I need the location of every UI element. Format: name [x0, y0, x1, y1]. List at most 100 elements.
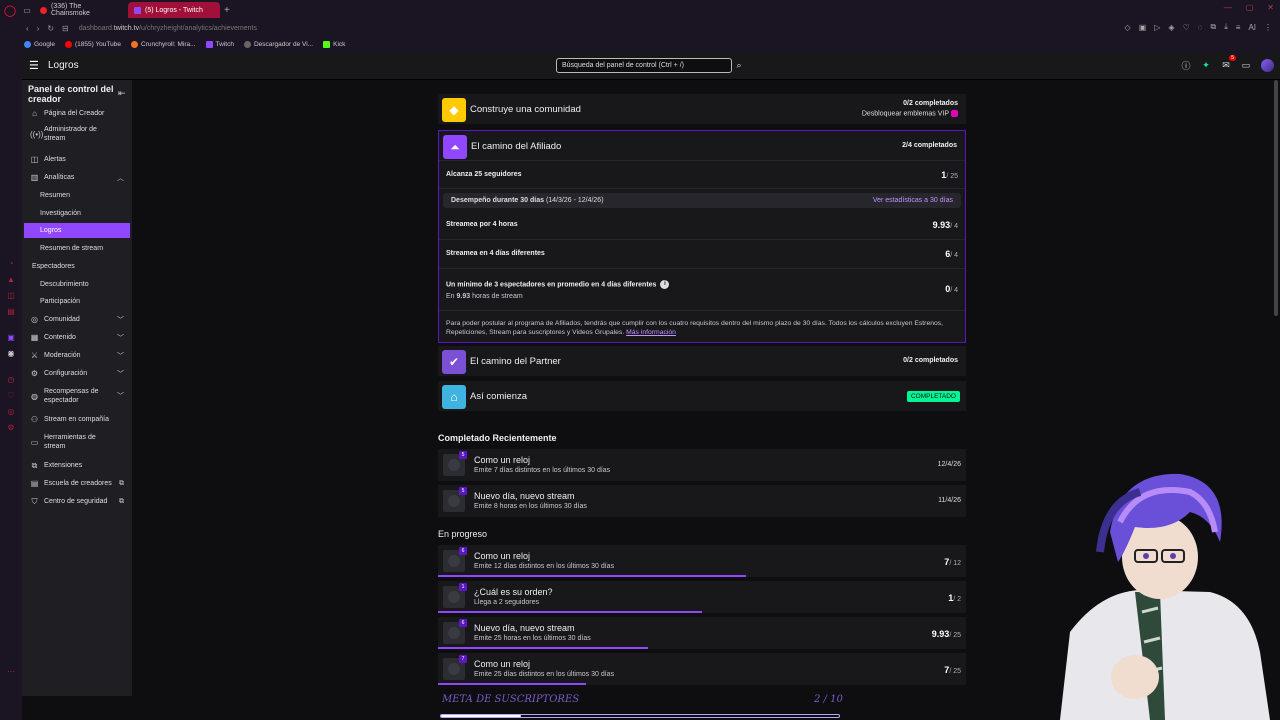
community-unlock: Desbloquear emblemas VIP — [862, 110, 958, 117]
sidebar-item-escuela[interactable]: ▤ Escuela de creadores ⧉ — [24, 476, 130, 491]
start-card[interactable]: ⌂ Así comienza COMPLETADO — [438, 381, 966, 411]
bookmark-icon[interactable]: ◇ — [1125, 23, 1131, 32]
bookmark-item[interactable]: Google — [24, 40, 55, 48]
list-item[interactable]: 5 Nuevo día, nuevo stream Emite 8 horas … — [438, 485, 966, 517]
heart-icon[interactable]: ♡ — [1183, 23, 1190, 32]
rail-clock-icon[interactable]: ◷ — [6, 374, 16, 384]
community-card[interactable]: ◆ Construye una comunidad 0/2 completado… — [438, 94, 966, 124]
rail-x-icon[interactable]: ✕ — [6, 348, 16, 358]
tab-youtube[interactable]: (336) The Chainsmoke — [34, 2, 128, 18]
list-item[interactable]: 1 ¿Cuál es su orden? Llega a 2 seguidore… — [438, 581, 966, 613]
book-icon: ▤ — [30, 479, 39, 488]
twitch-favicon-icon — [134, 6, 141, 14]
partner-card[interactable]: ✔ El camino del Partner 0/2 completados — [438, 346, 966, 376]
twitch-icon — [205, 40, 213, 48]
player-icon[interactable]: ▷ — [1154, 23, 1160, 32]
broadcast-icon: ((•)) — [30, 129, 44, 139]
opera-logo-icon[interactable]: ◯ — [0, 0, 20, 20]
url-field[interactable]: dashboard.twitch.tv/u/chryzheight/analyt… — [79, 25, 257, 32]
sidebar-item-stream-compania[interactable]: ⚇ Stream en compañía — [24, 412, 130, 427]
help-icon[interactable]: ⓘ — [1181, 59, 1191, 72]
sub-goal-fill — [441, 715, 521, 717]
tab-menu-icon[interactable]: ▭ — [20, 0, 34, 20]
close-icon[interactable]: ✕ — [1267, 3, 1274, 12]
sidebar-item-alertas[interactable]: ◫ Alertas — [24, 152, 130, 167]
achievement-date: 12/4/26 — [937, 461, 961, 468]
view-30-day-stats-link[interactable]: Ver estadísticas a 30 días — [873, 197, 953, 204]
more-info-link[interactable]: Más información — [626, 329, 676, 336]
sidebar-item-recompensas[interactable]: ◍ Recompensas de espectador ﹀ — [24, 386, 130, 406]
sidebar-item-resumen-stream[interactable]: Resumen de stream — [24, 241, 130, 256]
sidebar-item-pagina[interactable]: ⌂ Página del Creador — [24, 106, 130, 121]
inbox-icon[interactable]: ✉ 5 — [1221, 55, 1236, 71]
sidebar-item-participacion[interactable]: Participación — [24, 294, 130, 309]
maximize-icon[interactable]: ▢ — [1246, 3, 1254, 12]
collapse-sidebar-icon[interactable]: ⇤ — [118, 88, 126, 99]
affiliate-header[interactable]: ⏶ El camino del Afiliado 2/4 completados — [439, 131, 965, 161]
extensions-icon[interactable]: ⧉ — [1211, 22, 1217, 32]
hamburger-menu-icon[interactable]: ☰ — [29, 59, 43, 73]
bookmark-item[interactable]: Kick — [323, 40, 345, 48]
list-item[interactable]: 6 Nuevo día, nuevo stream Emite 25 horas… — [438, 617, 966, 649]
search-input[interactable]: Búsqueda del panel de control (Ctrl + /) — [556, 58, 732, 73]
shield-icon[interactable]: ◈ — [1168, 23, 1174, 32]
sidebar-item-label: Alertas — [44, 156, 66, 163]
sidebar-item-investigacion[interactable]: Investigación — [24, 206, 130, 221]
partner-progress: 0/2 completados — [903, 357, 958, 364]
search-icon[interactable]: ⌕ — [733, 58, 745, 73]
info-icon[interactable]: i — [660, 280, 670, 289]
sidebar-item-seguridad[interactable]: ⛉ Centro de seguridad ⧉ — [24, 494, 130, 509]
new-tab-button[interactable]: + — [220, 5, 234, 16]
reload-icon[interactable]: ↻ — [47, 24, 54, 33]
rail-player-icon[interactable]: ◎ — [6, 406, 16, 416]
snapshot-icon[interactable]: ▣ — [1139, 23, 1147, 32]
more-icon[interactable]: ⋮ — [1264, 23, 1272, 32]
sidebar-item-logros[interactable]: Logros — [24, 223, 130, 238]
sidebar-item-resumen[interactable]: Resumen — [24, 188, 130, 203]
download-icon[interactable]: ⤓ — [1224, 22, 1228, 32]
bookmark-item[interactable]: Twitch — [205, 40, 234, 48]
scrollbar[interactable] — [1274, 80, 1278, 316]
minimize-icon[interactable]: — — [1224, 3, 1232, 12]
req-label: Un mínimo de 3 espectadores en promedio … — [446, 280, 670, 289]
sidebar-item-analiticas[interactable]: ▥ Analíticas ︿ — [24, 170, 130, 185]
menu-icon[interactable]: ≡ — [1236, 23, 1241, 32]
rail-settings-icon[interactable]: ⚙ — [6, 422, 16, 432]
sidebar-item-extensiones[interactable]: ⧉ Extensiones — [24, 458, 130, 473]
level-badge: 6 — [459, 619, 467, 627]
rail-messenger-icon[interactable]: ◫ — [6, 290, 16, 300]
sparkle-icon[interactable]: ✦ — [1201, 60, 1211, 71]
chat-icon[interactable]: ◌ — [1198, 23, 1203, 32]
rail-heart-icon[interactable]: ♡ — [6, 390, 16, 400]
gear-icon: ⚙ — [30, 369, 39, 378]
site-info-icon[interactable]: ⊟ — [62, 24, 69, 33]
bookmark-item[interactable]: Crunchyroll: Mira... — [131, 40, 196, 48]
rail-twitch-icon[interactable]: ▣ — [6, 332, 16, 342]
avatar[interactable] — [1261, 59, 1274, 72]
bookmark-item[interactable]: (1855) YouTube — [64, 40, 121, 48]
rail-bag-icon[interactable]: ▲ — [6, 274, 16, 284]
list-item[interactable]: 6 Como un reloj Emite 12 días distintos … — [438, 545, 966, 577]
sidebar-item-comunidad[interactable]: ◎ Comunidad ﹀ — [24, 312, 130, 327]
sidebar-item-descubrimiento[interactable]: Descubrimiento — [24, 277, 130, 292]
rail-telegram-icon[interactable]: ▤ — [6, 306, 16, 316]
whispers-icon[interactable]: ▭ — [1241, 60, 1251, 71]
back-icon[interactable]: ‹ — [26, 24, 29, 33]
ai-button[interactable]: AI — [1248, 23, 1256, 32]
list-item[interactable]: 5 Como un reloj Emite 7 días distintos e… — [438, 449, 966, 481]
req-viewers: Un mínimo de 3 espectadores en promedio … — [439, 269, 965, 311]
sidebar-item-moderacion[interactable]: ⚔ Moderación ﹀ — [24, 348, 130, 363]
forward-icon[interactable]: › — [37, 24, 40, 33]
list-item[interactable]: 7 Como un reloj Emite 25 días distintos … — [438, 653, 966, 685]
progress-current: 9.93 — [931, 629, 950, 639]
sidebar-item-admin[interactable]: ((•)) Administrador de stream — [24, 124, 130, 144]
sub-goal-value: 2 / 10 — [814, 694, 843, 705]
tab-twitch[interactable]: (5) Logros - Twitch — [128, 2, 220, 18]
bookmark-item[interactable]: Descargador de Vi... — [243, 40, 313, 48]
rail-more-icon[interactable]: ⋯ — [6, 666, 16, 676]
sidebar-item-configuracion[interactable]: ⚙ Configuración ﹀ — [24, 366, 130, 381]
rail-history-icon[interactable]: ◔ — [6, 258, 16, 268]
sidebar-item-espectadores[interactable]: Espectadores — [24, 259, 130, 274]
sidebar-item-contenido[interactable]: ▦ Contenido ﹀ — [24, 330, 130, 345]
sidebar-item-herramientas[interactable]: ▭ Herramientas de stream — [24, 432, 130, 452]
